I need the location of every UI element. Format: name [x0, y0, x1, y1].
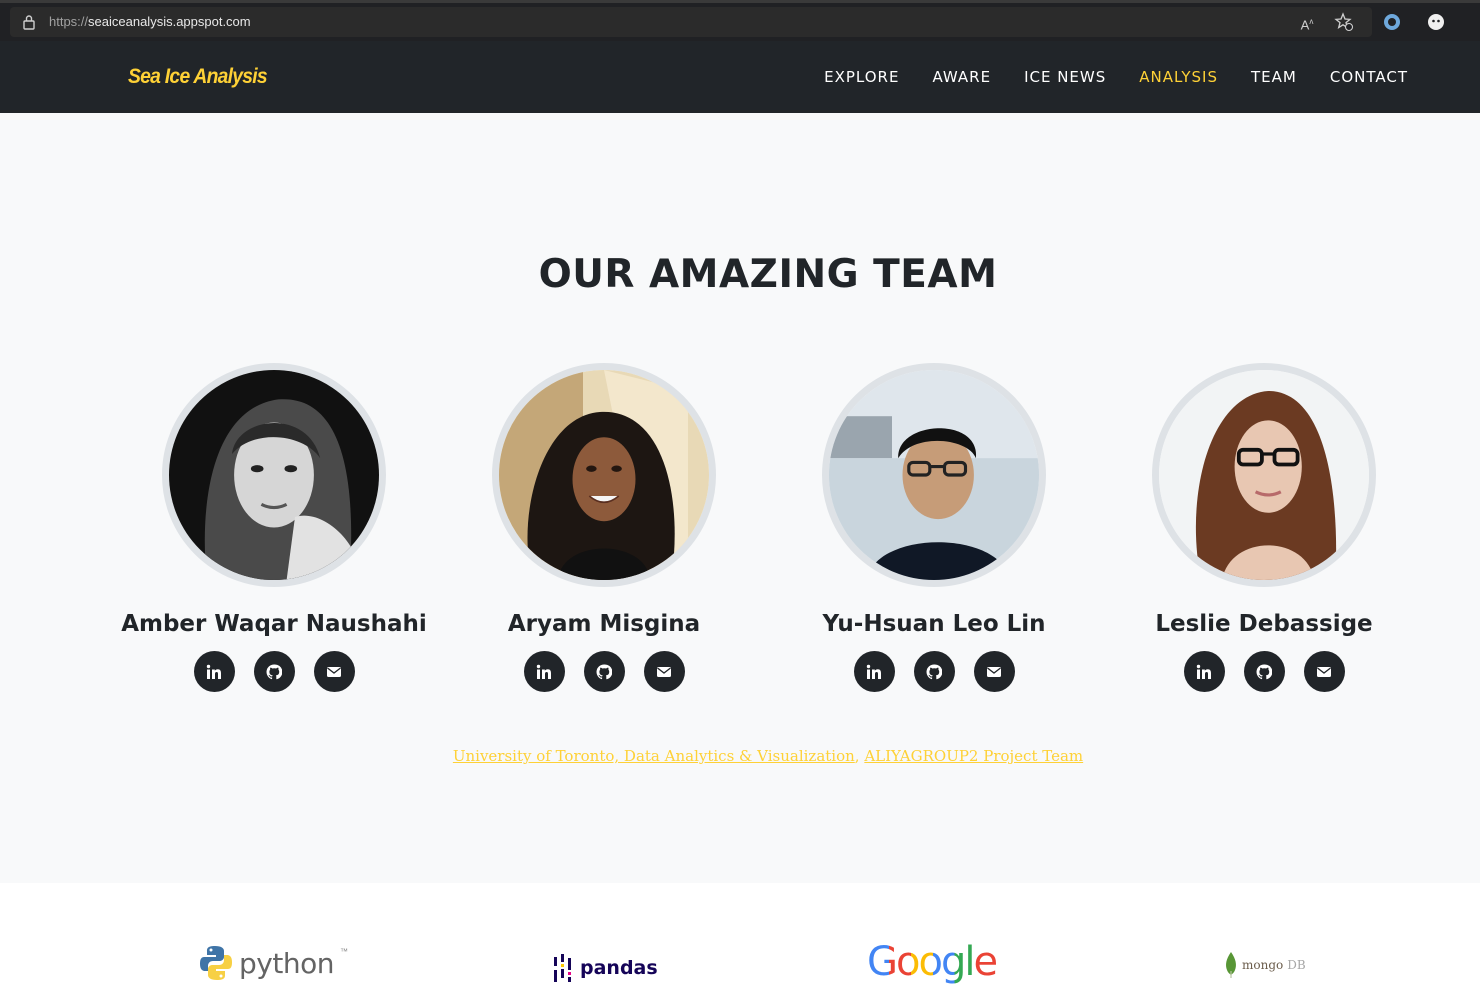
member-social-links: [109, 651, 439, 692]
nav-item-explore[interactable]: EXPLORE: [824, 68, 899, 86]
pandas-logo: pandas: [553, 954, 658, 982]
linkedin-icon: [536, 664, 551, 679]
member-social-links: [439, 651, 769, 692]
member-photo: [492, 363, 716, 587]
nav-item-aware[interactable]: AWARE: [932, 68, 991, 86]
member-name: Aryam Misgina: [507, 611, 701, 637]
member-photo: [1152, 363, 1376, 587]
python-wordmark: python: [239, 946, 334, 980]
read-aloud-icon[interactable]: Aʌ: [1297, 12, 1317, 32]
nav-item-contact[interactable]: CONTACT: [1330, 68, 1408, 86]
mongodb-wordmark-mongo: mongo: [1242, 958, 1284, 972]
team-member-card: Aryam Misgina: [439, 363, 769, 692]
university-link[interactable]: University of Toronto, Data Analytics & …: [453, 747, 855, 765]
linkedin-icon: [206, 664, 221, 679]
email-button[interactable]: [973, 651, 1015, 692]
github-icon: [266, 663, 282, 679]
mongodb-wordmark-db: DB: [1287, 958, 1306, 972]
member-name: Amber Waqar Naushahi: [121, 611, 427, 637]
envelope-icon: [1317, 666, 1331, 677]
browser-toolbar: https://seaiceanalysis.appspot.com Aʌ: [0, 0, 1480, 41]
github-icon: [926, 663, 942, 679]
brand-logo[interactable]: Sea Ice Analysis: [128, 65, 268, 89]
linkedin-button[interactable]: [1183, 651, 1225, 692]
github-icon: [1256, 663, 1272, 679]
github-button[interactable]: [253, 651, 295, 692]
nav-item-analysis[interactable]: ANALYSIS: [1139, 68, 1218, 86]
project-team-link[interactable]: ALIYAGROUP2 Project Team: [864, 747, 1083, 765]
google-wordmark: Google: [867, 939, 998, 985]
member-social-links: [1099, 651, 1429, 692]
tech-logos-strip: python ™ pandas Google mongo DB: [0, 883, 1480, 1008]
nav-menu: EXPLORE AWARE ICE NEWS ANALYSIS TEAM CON…: [824, 68, 1408, 86]
github-button[interactable]: [913, 651, 955, 692]
member-name: Leslie Debassige: [1155, 611, 1373, 637]
envelope-icon: [657, 666, 671, 677]
google-logo: Google: [867, 939, 998, 985]
member-social-links: [769, 651, 1099, 692]
envelope-icon: [327, 666, 341, 677]
extension-icon[interactable]: [1382, 12, 1402, 32]
pandas-wordmark: pandas: [580, 957, 658, 979]
member-name: Yu-Hsuan Leo Lin: [822, 611, 1046, 637]
site-navbar: Sea Ice Analysis EXPLORE AWARE ICE NEWS …: [0, 41, 1480, 113]
section-title: OUR AMAZING TEAM: [538, 252, 998, 297]
email-button[interactable]: [643, 651, 685, 692]
linkedin-icon: [1196, 664, 1211, 679]
linkedin-icon: [866, 664, 881, 679]
address-bar[interactable]: https://seaiceanalysis.appspot.com: [10, 7, 1372, 37]
email-button[interactable]: [1303, 651, 1345, 692]
envelope-icon: [987, 666, 1001, 677]
email-button[interactable]: [313, 651, 355, 692]
profile-icon[interactable]: [1426, 12, 1446, 32]
nav-item-team[interactable]: TEAM: [1251, 68, 1297, 86]
linkedin-button[interactable]: [523, 651, 565, 692]
team-member-card: Amber Waqar Naushahi: [109, 363, 439, 692]
team-member-card: Leslie Debassige: [1099, 363, 1429, 692]
github-button[interactable]: [1243, 651, 1285, 692]
python-logo: python ™: [199, 945, 348, 981]
linkedin-button[interactable]: [193, 651, 235, 692]
github-button[interactable]: [583, 651, 625, 692]
pandas-bars-icon: [554, 954, 571, 982]
github-icon: [596, 663, 612, 679]
member-photo: [822, 363, 1046, 587]
linkedin-button[interactable]: [853, 651, 895, 692]
credit-separator: ,: [854, 747, 865, 765]
member-photo: [162, 363, 386, 587]
python-snake-icon: [200, 946, 232, 980]
team-member-card: Yu-Hsuan Leo Lin: [769, 363, 1099, 692]
mongodb-leaf-icon: [1226, 952, 1236, 978]
team-credit: University of Toronto, Data Analytics & …: [0, 747, 1480, 765]
nav-item-ice-news[interactable]: ICE NEWS: [1024, 68, 1106, 86]
url-text[interactable]: https://seaiceanalysis.appspot.com: [49, 14, 251, 29]
python-trademark: ™: [339, 947, 348, 956]
lock-icon: [23, 15, 35, 30]
mongodb-logo: mongo DB: [1224, 951, 1306, 979]
favorites-star-icon[interactable]: [1334, 12, 1354, 32]
